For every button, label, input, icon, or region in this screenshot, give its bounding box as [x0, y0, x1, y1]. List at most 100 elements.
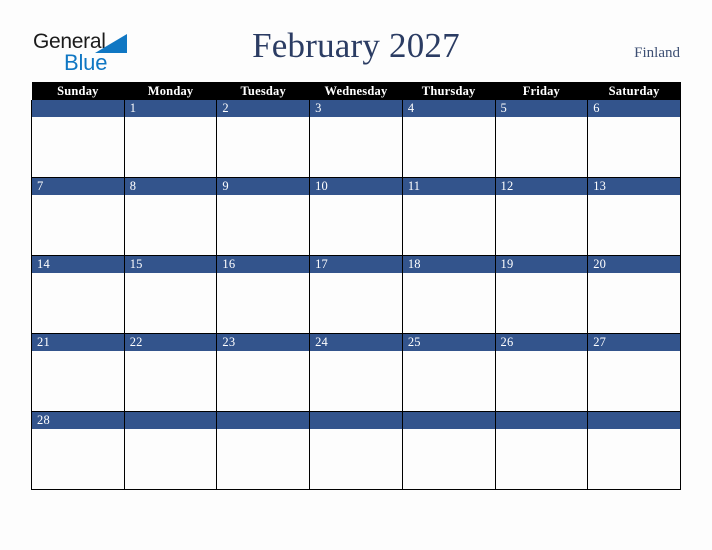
day-cell-content[interactable] [125, 117, 217, 177]
day-number: 7 [32, 178, 124, 195]
day-cell[interactable]: 21 [31, 333, 125, 412]
day-cell[interactable]: 7 [31, 177, 125, 256]
day-cell-content[interactable] [588, 273, 680, 333]
day-cell-content[interactable] [403, 117, 495, 177]
day-cell-content[interactable] [310, 273, 402, 333]
day-cell[interactable] [216, 411, 311, 490]
day-cell-content[interactable] [310, 429, 402, 489]
day-cell-content[interactable] [310, 195, 402, 255]
day-number: 19 [495, 256, 588, 273]
day-cell[interactable]: 25 [401, 333, 496, 412]
day-cell[interactable] [123, 411, 218, 490]
day-cell[interactable]: 3 [309, 100, 403, 178]
day-cell-content[interactable] [403, 351, 495, 411]
day-number: 18 [402, 256, 495, 273]
day-cell[interactable]: 4 [401, 100, 496, 178]
day-cell[interactable]: 24 [309, 333, 403, 412]
day-cell[interactable]: 19 [494, 255, 589, 334]
day-cell[interactable]: 20 [587, 255, 681, 334]
weekday-header-thursday: Thursday [402, 82, 496, 100]
day-number: 6 [588, 100, 680, 117]
day-cell-content[interactable] [32, 117, 124, 177]
day-cell[interactable]: 8 [123, 177, 218, 256]
calendar-week-row: 28 [31, 411, 681, 490]
day-cell-content[interactable] [310, 117, 402, 177]
day-cell[interactable] [309, 411, 403, 490]
day-cell-content[interactable] [496, 429, 588, 489]
day-cell[interactable]: 27 [587, 333, 681, 412]
day-cell[interactable]: 14 [31, 255, 125, 334]
day-number [310, 412, 402, 429]
day-number: 15 [124, 256, 217, 273]
day-cell-content[interactable] [496, 195, 588, 255]
day-cell-content[interactable] [217, 273, 309, 333]
day-cell[interactable]: 10 [309, 177, 403, 256]
day-cell[interactable] [401, 411, 496, 490]
day-cell[interactable]: 2 [216, 100, 311, 178]
day-cell[interactable]: 5 [494, 100, 589, 178]
day-number: 11 [402, 178, 495, 195]
calendar-week-row: 7 8 9 10 11 12 13 [31, 177, 681, 256]
day-number: 4 [402, 100, 495, 117]
calendar-page: General Blue February 2027 Finland Sunda… [0, 0, 712, 550]
day-cell-content[interactable] [588, 195, 680, 255]
day-cell-content[interactable] [496, 351, 588, 411]
day-number: 12 [495, 178, 588, 195]
day-cell[interactable]: 28 [31, 411, 125, 490]
day-cell[interactable]: 18 [401, 255, 496, 334]
day-cell-content[interactable] [403, 273, 495, 333]
day-cell-content[interactable] [403, 429, 495, 489]
day-cell-content[interactable] [496, 117, 588, 177]
day-cell[interactable]: 16 [216, 255, 311, 334]
day-number: 23 [217, 334, 310, 351]
day-number: 22 [124, 334, 217, 351]
day-number: 24 [310, 334, 402, 351]
day-cell[interactable]: 11 [401, 177, 496, 256]
weekday-header-row: Sunday Monday Tuesday Wednesday Thursday… [31, 82, 681, 100]
day-number: 28 [32, 412, 124, 429]
day-cell[interactable]: 9 [216, 177, 311, 256]
day-cell[interactable]: 6 [587, 100, 681, 178]
day-number: 25 [402, 334, 495, 351]
calendar-body: 1 2 3 4 5 6 7 8 9 10 11 12 13 14 15 16 1… [31, 100, 681, 490]
day-cell-content[interactable] [125, 195, 217, 255]
day-cell-content[interactable] [217, 117, 309, 177]
day-cell-content[interactable] [32, 195, 124, 255]
day-cell-content[interactable] [217, 351, 309, 411]
day-cell[interactable]: 26 [494, 333, 589, 412]
day-cell-content[interactable] [403, 195, 495, 255]
day-cell[interactable]: 15 [123, 255, 218, 334]
day-cell[interactable]: 13 [587, 177, 681, 256]
day-cell-content[interactable] [588, 117, 680, 177]
day-cell-content[interactable] [588, 429, 680, 489]
day-cell-content[interactable] [125, 351, 217, 411]
calendar-grid: Sunday Monday Tuesday Wednesday Thursday… [31, 82, 681, 490]
day-cell[interactable]: 17 [309, 255, 403, 334]
weekday-header-monday: Monday [124, 82, 217, 100]
day-cell-content[interactable] [217, 195, 309, 255]
day-number: 10 [310, 178, 402, 195]
day-cell[interactable]: 23 [216, 333, 311, 412]
day-cell[interactable] [494, 411, 589, 490]
day-number: 8 [124, 178, 217, 195]
day-cell-content[interactable] [125, 429, 217, 489]
day-cell[interactable] [587, 411, 681, 490]
calendar-week-row: 14 15 16 17 18 19 20 [31, 255, 681, 334]
day-number: 21 [32, 334, 124, 351]
day-cell-content[interactable] [217, 429, 309, 489]
day-cell-content[interactable] [32, 273, 124, 333]
day-cell-content[interactable] [32, 351, 124, 411]
day-cell-content[interactable] [32, 429, 124, 489]
day-cell[interactable] [31, 100, 125, 178]
day-cell[interactable]: 22 [123, 333, 218, 412]
day-cell[interactable]: 1 [123, 100, 218, 178]
country-label: Finland [634, 45, 680, 61]
weekday-header-saturday: Saturday [587, 82, 681, 100]
day-cell-content[interactable] [125, 273, 217, 333]
day-number: 16 [217, 256, 310, 273]
day-cell-content[interactable] [496, 273, 588, 333]
day-cell[interactable]: 12 [494, 177, 589, 256]
day-number: 20 [588, 256, 680, 273]
day-cell-content[interactable] [588, 351, 680, 411]
day-cell-content[interactable] [310, 351, 402, 411]
